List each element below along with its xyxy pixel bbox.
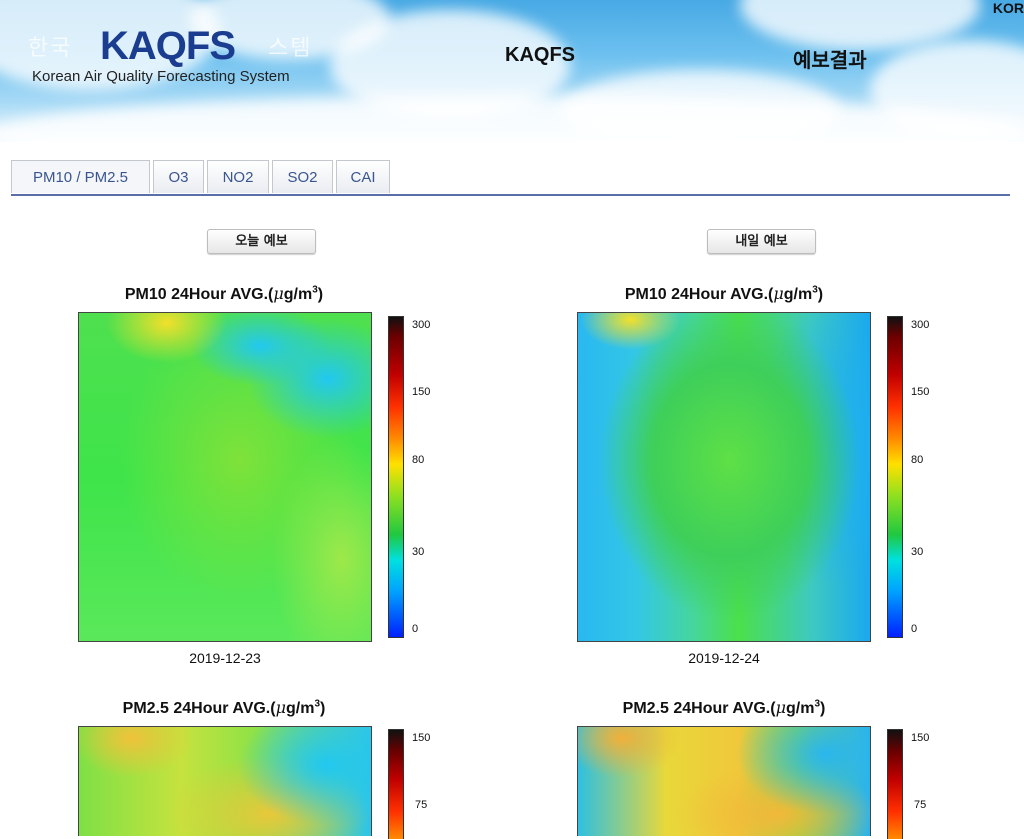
colorbar-tick: 150 [412,732,431,744]
colorbar-tick: 75 [415,799,428,811]
logo-ghost-text-right: 스템 [268,36,313,61]
title-text: PM2.5 24Hour AVG.( [622,700,776,717]
pollutant-tabs: PM10 / PM2.5 O3 NO2 SO2 CAI [11,160,1010,196]
mu-symbol: μ [773,284,784,303]
title-text: PM10 24Hour AVG.( [624,286,774,303]
title-close: ) [317,286,324,303]
tab-pm10-pm25[interactable]: PM10 / PM2.5 [11,160,150,193]
unit-text: g/m [785,700,815,717]
pm10-today-colorbar [388,316,404,638]
colorbar-tick: 80 [412,454,425,466]
colorbar-tick: 150 [911,732,930,744]
tab-cai[interactable]: CAI [336,160,390,193]
kaqfs-logo[interactable]: 한국 스템 KAQFS Korean Air Quality Forecasti… [28,22,318,92]
colorbar-tick: 30 [412,546,425,558]
colorbar-tick: 75 [914,799,927,811]
mu-symbol: μ [275,698,286,717]
pm10-today-title: PM10 24Hour AVG.(μg/m3) [34,284,414,304]
tomorrow-forecast-button[interactable]: 내일 예보 [707,229,816,254]
unit-text: g/m [783,286,813,303]
title-text: PM2.5 24Hour AVG.( [122,700,276,717]
language-link[interactable]: KOR [993,0,1024,16]
title-text: PM10 24Hour AVG.( [124,286,274,303]
pm25-today-map[interactable] [78,726,372,836]
site-header: 한국 스템 KAQFS Korean Air Quality Forecasti… [0,0,1024,142]
mu-symbol: μ [273,284,284,303]
today-forecast-button[interactable]: 오늘 예보 [207,229,316,254]
mu-symbol: μ [775,698,786,717]
nav-kaqfs[interactable]: KAQFS [505,44,575,67]
colorbar-tick: 300 [412,319,431,331]
nav-forecast-results[interactable]: 예보결과 [793,44,867,73]
logo-wordmark: KAQFS [100,24,236,68]
unit-text: g/m [285,700,315,717]
colorbar-tick: 150 [911,386,930,398]
pm25-today-title: PM2.5 24Hour AVG.(μg/m3) [34,698,414,718]
colorbar-tick: 80 [911,454,924,466]
pm10-tomorrow-map[interactable] [577,312,871,642]
tab-so2[interactable]: SO2 [272,160,333,193]
title-close: ) [320,700,326,717]
pm25-today-colorbar [388,729,404,839]
pm25-tomorrow-title: PM2.5 24Hour AVG.(μg/m3) [534,698,914,718]
pm10-today-date: 2019-12-23 [189,650,261,666]
colorbar-tick: 300 [911,319,930,331]
pm10-today-map[interactable] [78,312,372,642]
pm10-tomorrow-date: 2019-12-24 [688,650,760,666]
pm25-tomorrow-map[interactable] [577,726,871,836]
colorbar-tick: 30 [911,546,924,558]
logo-subtitle: Korean Air Quality Forecasting System [32,68,290,85]
unit-text: g/m [283,286,313,303]
pm25-tomorrow-colorbar [887,729,903,839]
tab-o3[interactable]: O3 [153,160,204,193]
pm10-tomorrow-title: PM10 24Hour AVG.(μg/m3) [534,284,914,304]
colorbar-tick: 0 [412,623,419,635]
logo-ghost-text-left: 한국 [28,36,73,61]
title-close: ) [820,700,826,717]
pm10-tomorrow-colorbar [887,316,903,638]
tab-no2[interactable]: NO2 [207,160,269,193]
title-close: ) [817,286,824,303]
colorbar-tick: 0 [911,623,918,635]
colorbar-tick: 150 [412,386,431,398]
